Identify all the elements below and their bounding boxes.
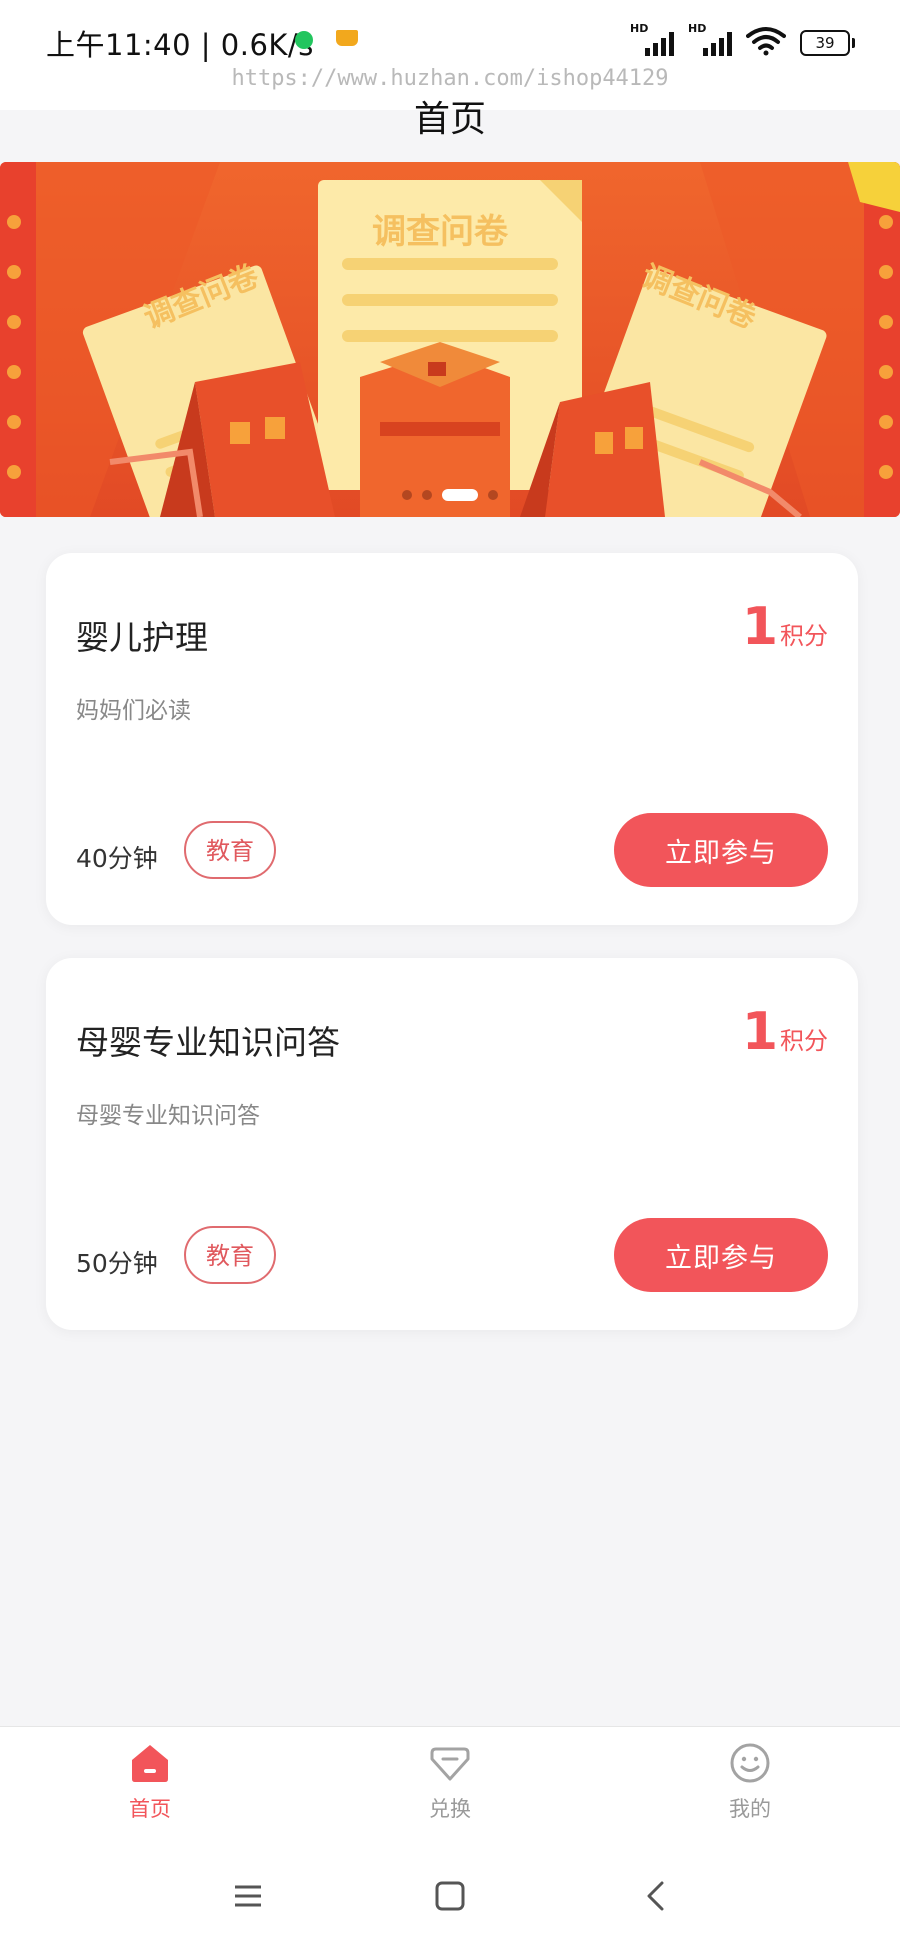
hd-signal-icon: HD bbox=[630, 22, 674, 56]
carousel-dot[interactable] bbox=[488, 490, 498, 500]
system-nav-bar bbox=[0, 1842, 900, 1950]
battery-indicator: 39 bbox=[800, 30, 855, 56]
points-unit: 积分 bbox=[780, 1027, 828, 1055]
tab-exchange[interactable]: 兑换 bbox=[370, 1741, 530, 1823]
banner-carousel[interactable]: 调查问卷 调查问卷 调查问卷 bbox=[0, 162, 900, 517]
back-icon[interactable] bbox=[638, 1878, 674, 1914]
smiley-icon bbox=[730, 1743, 770, 1783]
menu-icon[interactable] bbox=[230, 1878, 266, 1914]
tab-home[interactable]: 首页 bbox=[70, 1741, 230, 1823]
survey-card[interactable]: 母婴专业知识问答 1 积分 母婴专业知识问答 50分钟 教育 立即参与 bbox=[46, 958, 858, 1330]
carousel-indicator[interactable] bbox=[0, 489, 900, 501]
banner-paper-label: 调查问卷 bbox=[372, 212, 508, 252]
survey-points: 1 积分 bbox=[742, 1006, 828, 1058]
survey-description: 母婴专业知识问答 bbox=[76, 1103, 260, 1129]
bottom-tab-bar: 首页 兑换 我的 bbox=[0, 1726, 900, 1843]
tab-label: 我的 bbox=[729, 1797, 771, 1821]
category-tag: 教育 bbox=[184, 821, 276, 879]
survey-card[interactable]: 婴儿护理 1 积分 妈妈们必读 40分钟 教育 立即参与 bbox=[46, 553, 858, 925]
basket-icon bbox=[336, 30, 358, 46]
carousel-dot[interactable] bbox=[402, 490, 412, 500]
join-now-button[interactable]: 立即参与 bbox=[614, 813, 828, 887]
home-square-icon[interactable] bbox=[432, 1878, 468, 1914]
status-icons: HD HD 39 bbox=[630, 22, 855, 56]
survey-duration: 50分钟 bbox=[76, 1249, 158, 1278]
page-title: 首页 bbox=[413, 99, 486, 140]
wifi-icon bbox=[746, 27, 786, 56]
tab-label: 首页 bbox=[129, 1797, 171, 1821]
hd-signal-icon: HD bbox=[688, 22, 732, 56]
join-now-button[interactable]: 立即参与 bbox=[614, 1218, 828, 1292]
carousel-dot-active[interactable] bbox=[442, 489, 478, 501]
status-time: 上午11:40 | 0.6K/s bbox=[46, 28, 314, 62]
diamond-icon bbox=[430, 1747, 470, 1781]
tab-mine[interactable]: 我的 bbox=[670, 1741, 830, 1823]
points-value: 1 bbox=[741, 597, 778, 657]
home-icon bbox=[132, 1745, 168, 1782]
survey-title: 婴儿护理 bbox=[76, 618, 208, 657]
survey-description: 妈妈们必读 bbox=[76, 698, 191, 724]
watermark: https://www.huzhan.com/ishop44129 bbox=[231, 66, 669, 91]
category-tag: 教育 bbox=[184, 1226, 276, 1284]
status-dot-icon bbox=[295, 31, 313, 49]
tab-label: 兑换 bbox=[429, 1797, 471, 1821]
survey-points: 1 积分 bbox=[742, 601, 828, 653]
survey-title: 母婴专业知识问答 bbox=[76, 1023, 340, 1062]
carousel-dot[interactable] bbox=[422, 490, 432, 500]
points-unit: 积分 bbox=[780, 622, 828, 650]
survey-duration: 40分钟 bbox=[76, 844, 158, 873]
points-value: 1 bbox=[741, 1002, 778, 1062]
